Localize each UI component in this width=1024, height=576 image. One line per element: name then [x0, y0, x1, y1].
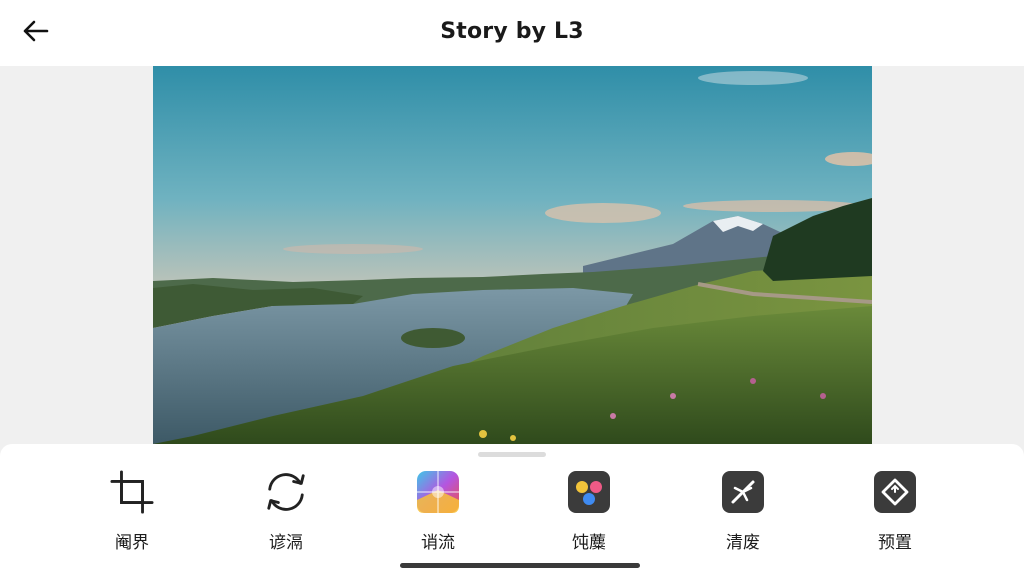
tool-cutout-label: 清废: [726, 533, 760, 553]
tool-cutout[interactable]: 清废: [688, 468, 798, 553]
tool-adjust-label: 预置: [878, 533, 912, 553]
tool-filters-label: 诮流: [421, 533, 455, 553]
tool-bar: 阉界 谚滆 诮流 饨蘪 清废 预置: [0, 468, 1024, 553]
tool-rotate[interactable]: 谚滆: [231, 468, 341, 553]
tool-rotate-label: 谚滆: [269, 533, 303, 553]
filters-icon: [416, 470, 460, 514]
sheet-grabber[interactable]: [478, 452, 546, 457]
rotate-icon: [264, 470, 308, 514]
adjust-icon: [873, 470, 917, 514]
tools-sheet: 阉界 谚滆 诮流 饨蘪 清废 预置: [0, 444, 1024, 576]
canvas-area: [0, 66, 1024, 446]
tool-filters[interactable]: 诮流: [383, 468, 493, 553]
magic-wand-icon: [721, 470, 765, 514]
crop-icon: [110, 470, 154, 514]
home-indicator: [400, 563, 640, 568]
tool-colors[interactable]: 饨蘪: [534, 468, 644, 553]
tool-crop[interactable]: 阉界: [77, 468, 187, 553]
tool-adjust[interactable]: 预置: [840, 468, 950, 553]
tool-crop-label: 阉界: [115, 533, 149, 553]
tool-colors-label: 饨蘪: [572, 533, 606, 553]
palette-icon: [567, 470, 611, 514]
top-bar: Story by L3: [0, 0, 1024, 66]
landscape-photo[interactable]: [153, 66, 872, 444]
page-title: Story by L3: [440, 19, 584, 44]
